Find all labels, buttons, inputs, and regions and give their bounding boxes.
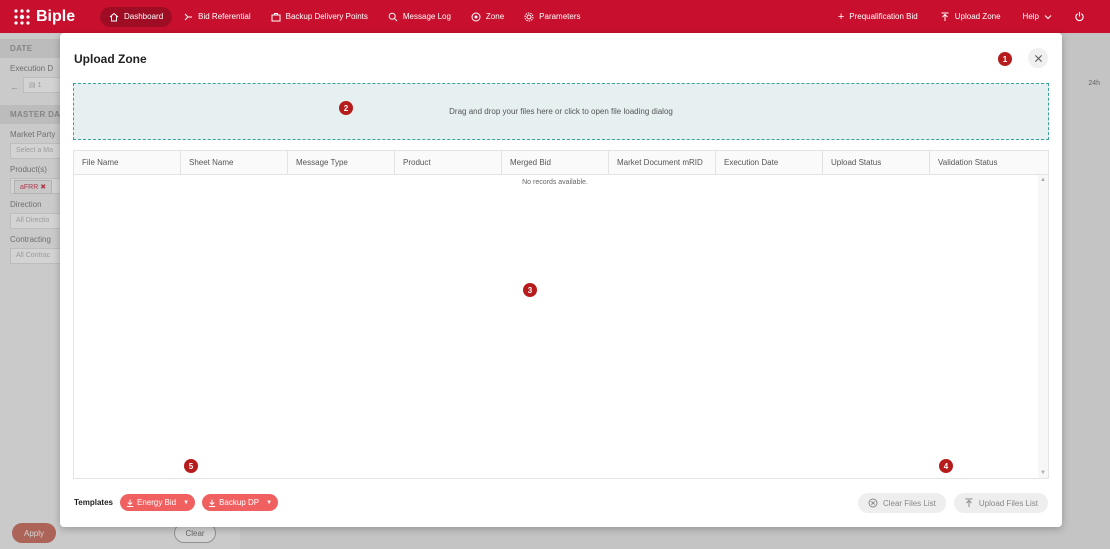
grid-scrollbar[interactable]: ▲ ▼ — [1038, 175, 1048, 478]
plus-icon: + — [837, 10, 845, 23]
dropzone-text: Drag and drop your files here or click t… — [449, 107, 673, 116]
annotation-badge-2: 2 — [339, 101, 353, 115]
column-header[interactable]: Product — [395, 151, 502, 174]
download-icon — [208, 499, 216, 507]
search-icon — [388, 12, 398, 21]
column-header[interactable]: Upload Status — [823, 151, 930, 174]
templates-bar: Templates Energy Bid ▼ Backup DP ▼ — [74, 494, 279, 511]
grid-header: File Name Sheet Name Message Type Produc… — [74, 151, 1048, 175]
nav-dashboard[interactable]: Dashboard — [100, 6, 173, 27]
template-label: Energy Bid — [136, 498, 177, 507]
nav-label: Dashboard — [124, 12, 164, 21]
energy-bid-template-button[interactable]: Energy Bid ▼ — [119, 494, 196, 511]
close-icon — [1034, 54, 1042, 62]
templates-label: Templates — [74, 498, 113, 507]
annotation-badge-4: 4 — [939, 459, 953, 473]
top-nav-bar: Biple Dashboard Bid Referential Backup D… — [0, 0, 1110, 33]
scroll-up-icon[interactable]: ▲ — [1040, 177, 1046, 183]
nav-label: Prequalification Bid — [849, 12, 918, 21]
upload-files-label: Upload Files List — [978, 498, 1038, 508]
caret-down-icon: ▼ — [266, 499, 273, 506]
clear-files-label: Clear Files List — [882, 498, 936, 508]
file-dropzone[interactable]: Drag and drop your files here or click t… — [73, 83, 1049, 140]
nav-backup-delivery-points[interactable]: Backup Delivery Points — [262, 7, 377, 27]
column-header[interactable]: Sheet Name — [181, 151, 288, 174]
column-header[interactable]: Message Type — [288, 151, 395, 174]
nav-zone[interactable]: Zone — [462, 7, 513, 27]
column-header[interactable]: Market Document mRID — [609, 151, 716, 174]
column-header[interactable]: Validation Status — [930, 151, 1038, 174]
upload-icon — [941, 12, 949, 21]
power-icon — [1075, 11, 1084, 22]
modal-title: Upload Zone — [74, 52, 147, 66]
bid-icon — [184, 13, 193, 20]
briefcase-icon — [271, 12, 281, 21]
logo-dots-icon — [14, 8, 30, 25]
column-header[interactable]: File Name — [74, 151, 181, 174]
template-label: Backup DP — [219, 498, 260, 507]
nav-bid-referential[interactable]: Bid Referential — [174, 7, 259, 27]
clear-files-list-button[interactable]: Clear Files List — [857, 493, 946, 513]
upload-icon — [965, 498, 973, 507]
nav-label: Zone — [485, 12, 505, 21]
power-button[interactable] — [1065, 6, 1094, 27]
nav-label: Message Log — [402, 12, 451, 21]
nav-upload-zone[interactable]: Upload Zone — [931, 7, 1010, 27]
file-actions: Clear Files List Upload Files List — [857, 493, 1048, 513]
column-header[interactable]: Merged Bid — [502, 151, 609, 174]
annotation-badge-3: 3 — [523, 283, 537, 297]
download-icon — [126, 499, 134, 507]
nav-help[interactable]: Help — [1014, 7, 1061, 26]
nav-parameters[interactable]: Parameters — [515, 7, 589, 27]
nav-message-log[interactable]: Message Log — [379, 7, 460, 27]
nav-label: Backup Delivery Points — [285, 12, 368, 21]
close-button[interactable] — [1028, 48, 1048, 68]
nav-right-group: + Prequalification Bid Upload Zone Help — [829, 0, 1110, 33]
backup-dp-template-button[interactable]: Backup DP ▼ — [202, 494, 279, 511]
upload-files-list-button[interactable]: Upload Files List — [953, 493, 1048, 513]
no-records-message: No records available. — [522, 179, 588, 186]
scroll-down-icon[interactable]: ▼ — [1040, 470, 1046, 476]
clear-circle-icon — [868, 498, 878, 508]
annotation-badge-1: 1 — [998, 52, 1012, 66]
home-icon — [109, 12, 119, 21]
nav-label: Parameters — [539, 12, 581, 21]
logo-text: Biple — [36, 7, 76, 25]
main-nav: Dashboard Bid Referential Backup Deliver… — [100, 6, 590, 27]
nav-label: Bid Referential — [198, 12, 251, 21]
caret-down-icon: ▼ — [183, 499, 190, 506]
app-logo[interactable]: Biple — [12, 7, 100, 27]
gear-icon — [524, 12, 534, 21]
annotation-badge-5: 5 — [184, 459, 198, 473]
column-header[interactable]: Execution Date — [716, 151, 823, 174]
nav-prequalification-bid[interactable]: + Prequalification Bid — [829, 6, 927, 28]
files-grid: File Name Sheet Name Message Type Produc… — [73, 150, 1049, 479]
upload-zone-modal: Upload Zone 1 Drag and drop your files h… — [60, 33, 1062, 527]
nav-label: Upload Zone — [954, 12, 1001, 21]
grid-body: No records available. ▲ ▼ — [74, 175, 1048, 478]
chevron-down-icon — [1044, 14, 1052, 19]
nav-label: Help — [1022, 12, 1039, 21]
target-icon — [471, 12, 481, 21]
